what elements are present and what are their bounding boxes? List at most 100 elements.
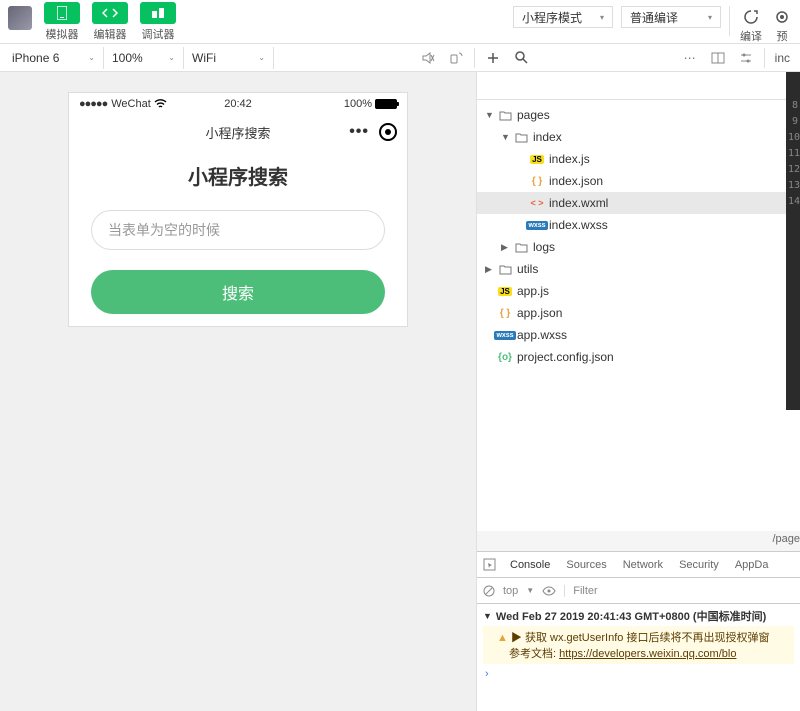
- editor-button[interactable]: [92, 2, 128, 24]
- file-tree: ▼ pages ▼indexJSindex.js{ }index.json< >in…: [477, 100, 800, 372]
- mode-select[interactable]: 小程序模式 ▾: [513, 6, 613, 28]
- second-bar: iPhone 6 ⌄ 100% ⌄ WiFi ⌄ ⋯ inc: [0, 44, 800, 72]
- devtools-filter-bar: top ▼ Filter: [477, 578, 800, 604]
- simulator-label: 模拟器: [46, 26, 79, 42]
- status-time: 20:42: [224, 98, 252, 110]
- tree-item-index-json[interactable]: { }index.json: [477, 170, 800, 192]
- tab-appdata[interactable]: AppDa: [733, 559, 771, 571]
- tree-item-app-json[interactable]: { } app.json: [477, 302, 800, 324]
- preview-button[interactable]: [770, 6, 794, 28]
- tree-item-label: app.json: [517, 306, 562, 320]
- search-button[interactable]: 搜索: [91, 270, 385, 314]
- code-gutter: 891011121314: [786, 72, 800, 410]
- js-icon: JS: [497, 287, 513, 296]
- tab-sources[interactable]: Sources: [564, 559, 608, 571]
- clear-icon[interactable]: [483, 585, 495, 597]
- editor-label: 编辑器: [94, 26, 127, 42]
- tree-item-label: index.wxss: [549, 218, 608, 232]
- tree-item-label: logs: [533, 240, 555, 254]
- zoom-select-value: 100%: [112, 51, 143, 65]
- separator: [764, 48, 765, 68]
- tree-item-pages[interactable]: ▼ pages: [477, 104, 800, 126]
- eye-icon[interactable]: [542, 586, 556, 596]
- tree-chevron: ▼: [485, 110, 495, 120]
- simulator-button[interactable]: [44, 2, 80, 24]
- file-tree-toolbar: [477, 72, 800, 100]
- device-select[interactable]: iPhone 6 ⌄: [4, 47, 104, 69]
- console-timestamp: Wed Feb 27 2019 20:41:43 GMT+0800 (中国标准时…: [496, 608, 766, 624]
- devtools-panel: Console Sources Network Security AppDa t…: [477, 551, 800, 711]
- mode-select-value: 小程序模式: [522, 9, 582, 26]
- console-warning: ▲▶ 获取 wx.getUserInfo 接口后续将不再出现授权弹窗 参考文档:…: [483, 626, 794, 664]
- split-button[interactable]: [706, 47, 730, 69]
- console-timestamp-row[interactable]: ▼ Wed Feb 27 2019 20:41:43 GMT+0800 (中国标…: [483, 608, 794, 624]
- tree-item-index-wxss[interactable]: wxssindex.wxss: [477, 214, 800, 236]
- battery-icon: [375, 99, 397, 109]
- compile-select-value: 普通编译: [630, 9, 678, 26]
- tree-item-label: app.wxss: [517, 328, 567, 342]
- json-icon: { }: [529, 176, 545, 187]
- settings-button[interactable]: [734, 47, 758, 69]
- folder-icon: [513, 242, 529, 253]
- compile-button[interactable]: [739, 6, 763, 28]
- tree-item-label: index.wxml: [549, 196, 608, 210]
- tree-item-logs[interactable]: ▶logs: [477, 236, 800, 258]
- menu-icon[interactable]: •••: [349, 123, 369, 141]
- tab-network[interactable]: Network: [621, 559, 665, 571]
- rotate-button[interactable]: [444, 47, 468, 69]
- tab-console[interactable]: Console: [508, 559, 552, 571]
- tree-item-project-config-json[interactable]: {o} project.config.json: [477, 346, 800, 368]
- tree-item-utils[interactable]: ▶utils: [477, 258, 800, 280]
- warn-doc-link[interactable]: https://developers.weixin.qq.com/blo: [559, 648, 736, 660]
- compile-select[interactable]: 普通编译 ▾: [621, 6, 721, 28]
- add-button[interactable]: [481, 47, 505, 69]
- debugger-button[interactable]: [140, 2, 176, 24]
- chevron-down-icon: ▾: [708, 13, 712, 22]
- tree-item-label: pages: [517, 108, 550, 122]
- inspect-icon[interactable]: [483, 558, 496, 571]
- sim-nav-bar: 小程序搜索 •••: [69, 115, 407, 149]
- network-select[interactable]: WiFi ⌄: [184, 47, 274, 69]
- search-input[interactable]: 当表单为空的时候: [91, 210, 385, 250]
- page-title: 小程序搜索: [91, 161, 385, 190]
- folder-icon: [497, 110, 513, 121]
- simulator-panel: ●●●●● WeChat 20:42 100% 小程序搜索 •••: [0, 72, 476, 711]
- tree-item-index-wxml[interactable]: < >index.wxml: [477, 192, 800, 214]
- search-input-placeholder: 当表单为空的时候: [108, 220, 220, 240]
- signal-icon: ●●●●●: [79, 98, 107, 110]
- close-icon[interactable]: [379, 123, 397, 141]
- separator: [474, 48, 475, 68]
- tree-item-app-wxss[interactable]: wxssapp.wxss: [477, 324, 800, 346]
- tree-item-index-js[interactable]: JSindex.js: [477, 148, 800, 170]
- filter-input[interactable]: Filter: [564, 585, 794, 597]
- warn-prefix: ▶ 获取: [511, 632, 550, 644]
- mute-button[interactable]: [416, 47, 440, 69]
- context-select[interactable]: top: [503, 585, 518, 597]
- tree-item-label: utils: [517, 262, 538, 276]
- json-icon: { }: [497, 308, 513, 319]
- tree-item-label: app.js: [517, 284, 549, 298]
- folder-icon: [497, 264, 513, 275]
- tree-item-label: project.config.json: [517, 350, 614, 364]
- config-icon: {o}: [497, 352, 513, 363]
- sim-content: 小程序搜索 当表单为空的时候 搜索: [69, 149, 407, 326]
- tree-item-index[interactable]: ▼index: [477, 126, 800, 148]
- tab-security[interactable]: Security: [677, 559, 721, 571]
- app-icon: [8, 6, 32, 30]
- chevron-down-icon: ⌄: [258, 53, 265, 62]
- warn-doc-prefix: 参考文档:: [509, 648, 559, 660]
- simulator-frame: ●●●●● WeChat 20:42 100% 小程序搜索 •••: [68, 92, 408, 327]
- more-button[interactable]: ⋯: [678, 47, 702, 69]
- zoom-select[interactable]: 100% ⌄: [104, 47, 184, 69]
- right-panel: ▼ pages ▼indexJSindex.js{ }index.json< >in…: [476, 72, 800, 711]
- top-toolbar: 模拟器 编辑器 调试器 小程序模式 ▾ 普通编译 ▾ 编译: [0, 0, 800, 44]
- console-prompt[interactable]: ›: [483, 668, 794, 680]
- warn-suffix: 接口后续将不再出现授权弹窗: [623, 632, 769, 644]
- editor-tab[interactable]: inc: [769, 51, 796, 65]
- network-select-value: WiFi: [192, 51, 216, 65]
- tree-item-app-js[interactable]: JS app.js: [477, 280, 800, 302]
- nav-title: 小程序搜索: [205, 123, 270, 142]
- search-button-label: 搜索: [222, 280, 254, 304]
- search-button[interactable]: [509, 47, 533, 69]
- device-select-value: iPhone 6: [12, 51, 59, 65]
